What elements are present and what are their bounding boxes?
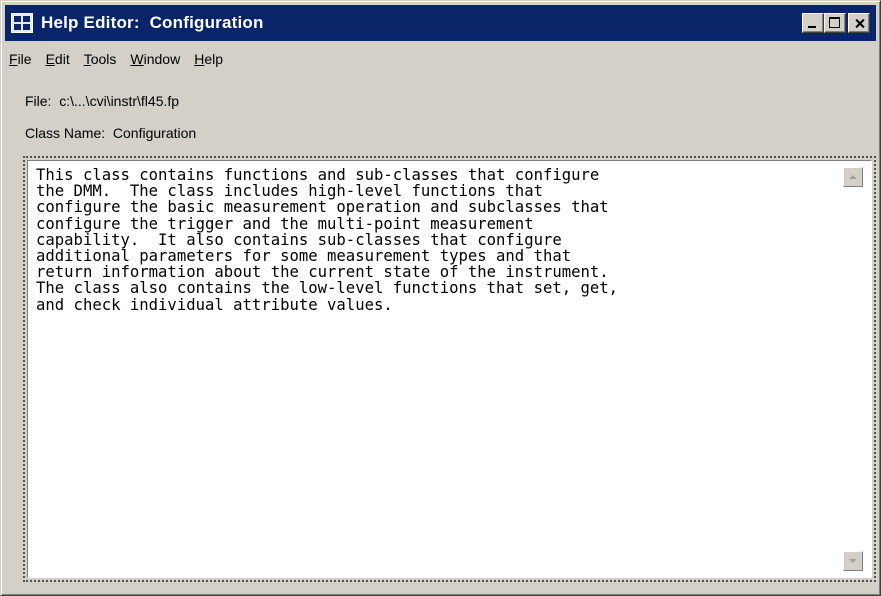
arrow-up-icon [849, 175, 857, 179]
menu-tools[interactable]: Tools [77, 51, 124, 67]
minimize-icon [803, 14, 823, 32]
menu-file[interactable]: File [5, 51, 39, 67]
help-editor-window: Help Editor: Configuration File Edit Too… [0, 0, 881, 596]
scroll-up-button[interactable] [843, 167, 863, 187]
window-title: Help Editor: Configuration [41, 13, 264, 32]
close-icon [849, 14, 869, 32]
arrow-down-icon [849, 559, 857, 563]
maximize-icon [825, 14, 845, 32]
class-name-label: Class Name: Configuration [25, 125, 197, 141]
maximize-button[interactable] [824, 13, 846, 33]
close-button[interactable] [848, 13, 870, 33]
window-controls [802, 13, 870, 33]
file-path-label: File: c:\...\cvi\instr\fl45.fp [25, 93, 180, 109]
minimize-button[interactable] [802, 13, 824, 33]
app-icon[interactable] [11, 13, 33, 33]
vertical-scrollbar[interactable] [843, 167, 863, 571]
menu-bar: File Edit Tools Window Help [5, 45, 230, 73]
menu-edit[interactable]: Edit [39, 51, 77, 67]
menu-help[interactable]: Help [187, 51, 230, 67]
help-text-focus-frame: This class contains functions and sub-cl… [23, 156, 876, 582]
menu-window[interactable]: Window [123, 51, 187, 67]
help-text-box[interactable]: This class contains functions and sub-cl… [27, 160, 872, 578]
scroll-down-button[interactable] [843, 551, 863, 571]
title-bar[interactable]: Help Editor: Configuration [5, 5, 876, 41]
help-text-content[interactable]: This class contains functions and sub-cl… [36, 167, 827, 313]
